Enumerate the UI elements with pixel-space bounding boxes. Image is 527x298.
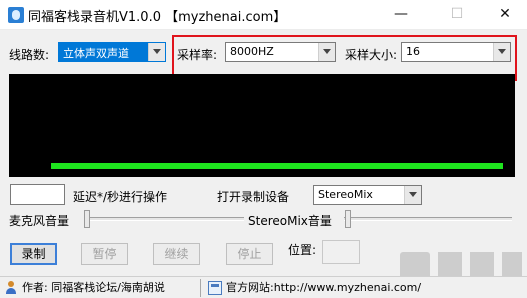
stereomix-volume-label: StereoMix音量	[248, 214, 332, 228]
status-divider	[200, 279, 201, 297]
sample-rate-select[interactable]: 8000HZ	[225, 42, 336, 62]
sample-rate-value: 8000HZ	[230, 45, 274, 58]
sample-size-label: 采样大小:	[345, 48, 398, 62]
record-button[interactable]: 录制	[10, 243, 57, 265]
sample-rate-label: 采样率:	[177, 48, 218, 62]
close-button[interactable]: ✕	[482, 0, 527, 30]
website-text[interactable]: 官方网站:http://www.myzhenai.com/	[226, 279, 421, 297]
mic-volume-label: 麦克风音量	[9, 214, 70, 228]
chevron-down-icon[interactable]	[318, 43, 335, 61]
user-icon	[4, 281, 18, 295]
app-icon	[8, 7, 24, 23]
status-bar: 作者: 同福客栈论坛/海南胡说 官方网站:http://www.myzhenai…	[0, 276, 527, 298]
position-label: 位置:	[288, 243, 317, 257]
website-icon	[208, 281, 222, 295]
line-input-value: 立体声双声道	[63, 47, 129, 60]
line-input-select[interactable]: 立体声双声道	[58, 42, 166, 62]
mic-volume-track[interactable]	[84, 217, 244, 221]
position-display	[322, 240, 360, 264]
stop-button[interactable]: 停止	[226, 243, 273, 265]
author-text: 作者: 同福客栈论坛/海南胡说	[22, 281, 165, 294]
waveform-display	[9, 74, 515, 177]
sample-size-value: 16	[406, 45, 420, 58]
minimize-button[interactable]: —	[378, 0, 424, 30]
stereomix-volume-thumb[interactable]	[345, 210, 351, 228]
chevron-down-icon[interactable]	[148, 43, 165, 61]
device-label: 打开录制设备	[217, 190, 290, 204]
sample-size-select[interactable]: 16	[401, 42, 511, 62]
chevron-down-icon[interactable]	[493, 43, 510, 61]
maximize-button[interactable]: ☐	[434, 0, 480, 30]
device-value: StereoMix	[318, 188, 373, 201]
chevron-down-icon[interactable]	[404, 186, 421, 204]
delay-input[interactable]	[10, 184, 65, 205]
window-title: 同福客栈录音机V1.0.0 【myzhenai.com】	[28, 10, 287, 25]
resume-button[interactable]: 继续	[153, 243, 200, 265]
delay-label: 延迟*/秒进行操作	[73, 190, 168, 204]
pause-button[interactable]: 暂停	[81, 243, 128, 265]
device-select[interactable]: StereoMix	[313, 185, 422, 205]
level-meter-bar	[51, 163, 503, 169]
mic-volume-thumb[interactable]	[84, 210, 90, 228]
title-bar: 同福客栈录音机V1.0.0 【myzhenai.com】 — ☐ ✕	[0, 0, 527, 30]
stereomix-volume-track[interactable]	[344, 217, 512, 221]
line-input-label: 线路数:	[9, 48, 50, 62]
